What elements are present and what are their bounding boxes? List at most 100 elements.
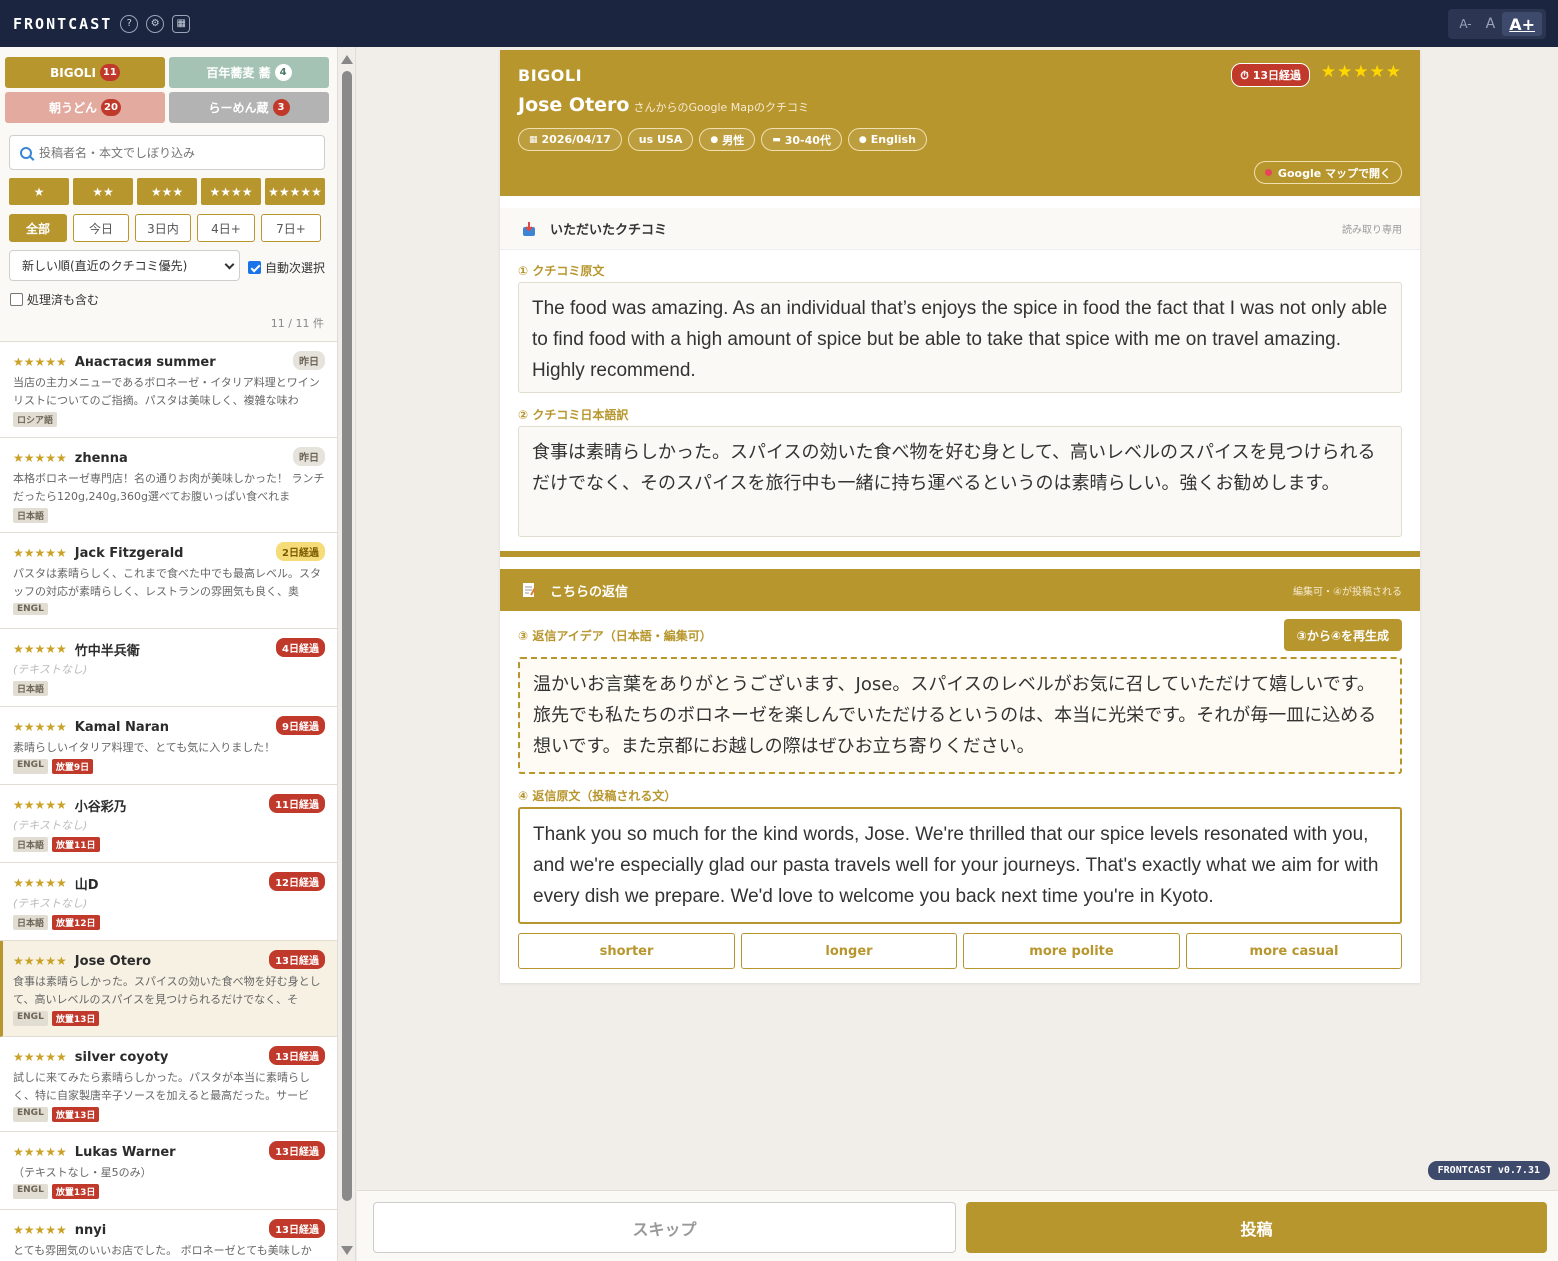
more-polite-button[interactable]: more polite — [963, 933, 1180, 969]
font-size-large-button[interactable]: A+ — [1502, 12, 1542, 36]
rating-stars: ★★★★★ — [13, 355, 67, 369]
longer-button[interactable]: longer — [741, 933, 957, 969]
section-title: こちらの返信 — [550, 584, 629, 600]
review-list-item[interactable]: ★★★★★ nnyi 13日経過 とても雰囲気のいいお店でした。 ボロネーゼとても… — [0, 1210, 337, 1261]
map-pin-icon — [1264, 169, 1272, 176]
language-tag: ENGL — [13, 603, 48, 615]
review-header: BIGOLI Jose Otero さんからのGoogle Mapのクチコミ ⏱ … — [500, 50, 1420, 196]
language-tag: ENGL — [13, 759, 48, 774]
store-tab-label: 朝うどん — [49, 101, 98, 115]
reviewer-name: Jose Otero — [74, 953, 152, 969]
reviewer-name: Kamal Naran — [74, 719, 170, 735]
include-done-checkbox[interactable]: 処理済も含む — [10, 291, 99, 308]
review-list-item[interactable]: ★★★★★ 竹中半兵衛 4日経過 (テキストなし) 日本語 — [0, 629, 337, 707]
day-filter-4plus[interactable]: 4日+ — [197, 214, 255, 242]
store-tab-ramen[interactable]: らーめん蔵 3 — [169, 92, 329, 123]
store-tab-udon[interactable]: 朝うどん 20 — [5, 92, 165, 123]
review-list-item[interactable]: ★★★★★ Jack Fitzgerald 2日経過 パスタは素晴らしく、これまで… — [0, 533, 337, 629]
sort-select[interactable]: 新しい順(直近のクチコミ優先) — [9, 250, 240, 281]
app-brand: FRONTCAST — [13, 14, 113, 33]
age-value: 30-40代 — [784, 133, 831, 147]
more-casual-button[interactable]: more casual — [1186, 933, 1402, 969]
review-list-item-selected[interactable]: ★★★★★ Jose Otero 13日経過 食事は素晴らしかった。スパイスの効い… — [0, 941, 337, 1037]
elapsed-badge: ⏱ 13日経過 — [1231, 63, 1310, 87]
final-reply-label: ④ 返信原文（投稿される文） — [518, 789, 677, 803]
rating-stars: ★★★★★ — [13, 451, 67, 465]
language-value: English — [870, 133, 916, 146]
review-snippet: 試しに来てみたら素晴らしかった。パスタが本当に素晴らしく、特に自家製唐辛子ソース… — [13, 1071, 310, 1102]
regenerate-reply-button[interactable]: ③から④を再生成 — [1283, 619, 1402, 651]
language-tag: 日本語 — [13, 681, 49, 696]
language-tag: 日本語 — [13, 508, 49, 523]
review-snippet: 当店の主力メニューであるボロネーゼ・イタリア料理とワインリストについてのご指摘。… — [13, 376, 320, 407]
review-list: ★★★★★ Анастасия summer 昨日 当店の主力メニューであるボロネ… — [0, 341, 337, 1261]
review-list-item[interactable]: ★★★★★ Lukas Warner 13日経過 （テキストなし・星5のみ） EN… — [0, 1132, 337, 1210]
font-size-normal-button[interactable]: A — [1479, 12, 1503, 36]
store-tab-bigoli[interactable]: BIGOLI 11 — [5, 57, 165, 88]
post-button[interactable]: 投稿 — [966, 1202, 1547, 1253]
review-list-item[interactable]: ★★★★★ silver coyoty 13日経過 試しに来てみたら素晴らしかった… — [0, 1037, 337, 1132]
star-filter-3[interactable]: ★★★ — [137, 178, 197, 205]
day-filter-all[interactable]: 全部 — [9, 214, 67, 242]
reviewer-name: Jose Otero — [518, 94, 630, 116]
neglect-tag: 放置13日 — [51, 1011, 100, 1026]
star-filter-4[interactable]: ★★★★ — [201, 178, 261, 205]
day-filter-3days[interactable]: 3日内 — [135, 214, 191, 242]
help-icon[interactable]: ? — [120, 14, 139, 33]
elapsed-badge: 13日経過 — [269, 1141, 325, 1160]
reply-idea-textarea[interactable]: 温かいお言葉をありがとうございます、Jose。スパイスのレベルがお気に召していた… — [518, 657, 1402, 774]
rating-stars: ★★★★★ — [13, 1223, 67, 1237]
review-detail-card: BIGOLI Jose Otero さんからのGoogle Mapのクチコミ ⏱ … — [500, 50, 1420, 983]
scroll-up-arrow-icon[interactable] — [341, 55, 353, 64]
day-filter-7plus[interactable]: 7日+ — [261, 214, 321, 242]
language-tag: 日本語 — [13, 915, 49, 930]
neglect-tag: 放置13日 — [51, 1107, 100, 1122]
scrollbar-thumb[interactable] — [342, 71, 352, 1201]
rating-stars: ★★★★★ — [13, 798, 67, 812]
store-tab-label: らーめん蔵 — [208, 101, 269, 115]
star-filter-5[interactable]: ★★★★★ — [265, 178, 325, 205]
review-snippet: (テキストなし) — [13, 897, 88, 910]
open-google-maps-button[interactable]: Google マップで開く — [1253, 161, 1402, 184]
dashboard-icon[interactable]: ▦ — [172, 14, 191, 33]
review-list-item[interactable]: ★★★★★ 小谷彩乃 11日経過 (テキストなし) 日本語 放置11日 — [0, 785, 337, 863]
person-icon: ● — [710, 134, 719, 145]
sidebar-scrollbar[interactable] — [338, 47, 356, 1261]
star-filter: ★ ★★ ★★★ ★★★★ ★★★★★ — [9, 178, 325, 205]
scroll-down-arrow-icon[interactable] — [341, 1246, 353, 1255]
settings-icon[interactable]: ⚙ — [146, 14, 165, 33]
review-snippet: (テキストなし) — [13, 663, 88, 676]
day-filter-today[interactable]: 今日 — [73, 214, 129, 242]
reviewer-name: silver coyoty — [74, 1049, 169, 1065]
search-input[interactable] — [39, 145, 309, 160]
review-list-item[interactable]: ★★★★★ Kamal Naran 9日経過 素晴らしいイタリア料理で、とても気に… — [0, 707, 337, 785]
elapsed-badge: 11日経過 — [269, 794, 325, 813]
auto-next-label: 自動次選択 — [265, 261, 326, 275]
store-tab-soba[interactable]: 百年蕎麦 蕎4 — [169, 57, 329, 88]
review-list-item[interactable]: ★★★★★ zhenna 昨日 本格ボロネーゼ専門店！名の通りお肉が美味しかった！… — [0, 438, 337, 533]
received-review-section-header: いただいたクチコミ 読み取り専用 — [500, 208, 1420, 250]
font-size-small-button[interactable]: A- — [1452, 12, 1478, 36]
reviewer-name: nnyi — [74, 1222, 107, 1238]
store-tabs: BIGOLI 11 百年蕎麦 蕎4 朝うどん 20 らーめん蔵 3 — [5, 57, 329, 123]
skip-button[interactable]: スキップ — [373, 1202, 956, 1253]
speech-bubble-icon: ● — [858, 134, 867, 145]
review-snippet: 素晴らしいイタリア料理で、とても気に入りました！ — [13, 741, 276, 754]
review-meta-chips: ▦ 2026/04/17 us USA ● 男性 ▬ 30-40代 ● English — [518, 128, 927, 151]
review-list-item[interactable]: ★★★★★ Анастасия summer 昨日 当店の主力メニューであるボロネ… — [0, 342, 337, 438]
elapsed-badge: 昨日 — [293, 351, 325, 370]
final-reply-textarea[interactable]: Thank you so much for the kind words, Jo… — [518, 807, 1402, 924]
review-list-item[interactable]: ★★★★★ 山D 12日経過 (テキストなし) 日本語 放置12日 — [0, 863, 337, 941]
language-tag: ENGL — [13, 1011, 48, 1026]
elapsed-badge: 4日経過 — [276, 638, 325, 657]
star-filter-2[interactable]: ★★ — [73, 178, 133, 205]
original-review-label: ① クチコミ原文 — [518, 264, 605, 278]
shorter-button[interactable]: shorter — [518, 933, 735, 969]
rating-stars: ★★★★★ — [13, 876, 67, 890]
review-snippet: 食事は素晴らしかった。スパイスの効いた食べ物を好む身として、高いレベルのスパイス… — [13, 975, 321, 1006]
star-filter-1[interactable]: ★ — [9, 178, 69, 205]
reply-idea-label: ③ 返信アイデア（日本語・編集可） — [518, 629, 712, 643]
reviewer-name: Jack Fitzgerald — [74, 545, 184, 561]
auto-next-checkbox[interactable]: 自動次選択 — [248, 259, 325, 276]
neglect-tag: 放置11日 — [52, 837, 100, 852]
